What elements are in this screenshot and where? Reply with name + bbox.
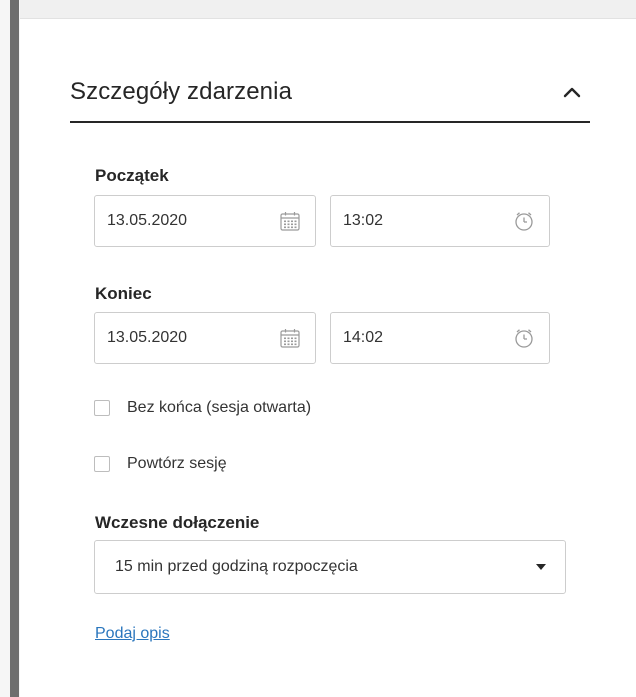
end-label: Koniec (95, 284, 152, 303)
calendar-icon[interactable] (279, 210, 301, 232)
caret-down-icon (536, 564, 546, 570)
section-header[interactable]: Szczegóły zdarzenia (70, 71, 590, 113)
end-time-input[interactable]: 14:02 (330, 312, 550, 364)
start-time-value: 13:02 (343, 212, 384, 229)
repeat-session-option[interactable]: Powtórz sesję (94, 455, 227, 473)
chevron-up-icon (563, 87, 581, 98)
calendar-icon[interactable] (279, 327, 301, 349)
end-date-input[interactable]: 13.05.2020 (94, 312, 316, 364)
add-description-link[interactable]: Podaj opis (95, 625, 170, 643)
start-time-input[interactable]: 13:02 (330, 195, 550, 247)
repeat-session-label: Powtórz sesję (127, 455, 227, 472)
no-end-option[interactable]: Bez końca (sesja otwarta) (94, 399, 311, 417)
start-date-input[interactable]: 13.05.2020 (94, 195, 316, 247)
header-divider (70, 121, 590, 123)
end-date-value: 13.05.2020 (107, 329, 188, 346)
event-details-panel: Szczegóły zdarzenia Początek 13.05.2020 (20, 19, 636, 697)
early-join-select[interactable]: 15 min przed godziną rozpoczęcia (94, 540, 566, 594)
early-join-selected-value: 15 min przed godziną rozpoczęcia (115, 558, 358, 575)
page: Szczegóły zdarzenia Początek 13.05.2020 (0, 0, 636, 697)
start-date-value: 13.05.2020 (107, 212, 188, 229)
no-end-checkbox[interactable] (94, 400, 110, 416)
left-edge-bar (0, 0, 20, 697)
end-time-value: 14:02 (343, 329, 384, 346)
early-join-label: Wczesne dołączenie (95, 513, 260, 532)
section-title: Szczegóły zdarzenia (70, 78, 293, 105)
collapse-button[interactable] (554, 74, 590, 110)
no-end-label: Bez końca (sesja otwarta) (127, 399, 312, 416)
clock-icon[interactable] (513, 210, 535, 232)
top-strip (20, 0, 636, 19)
start-label: Początek (95, 166, 169, 185)
clock-icon[interactable] (513, 327, 535, 349)
repeat-session-checkbox[interactable] (94, 456, 110, 472)
